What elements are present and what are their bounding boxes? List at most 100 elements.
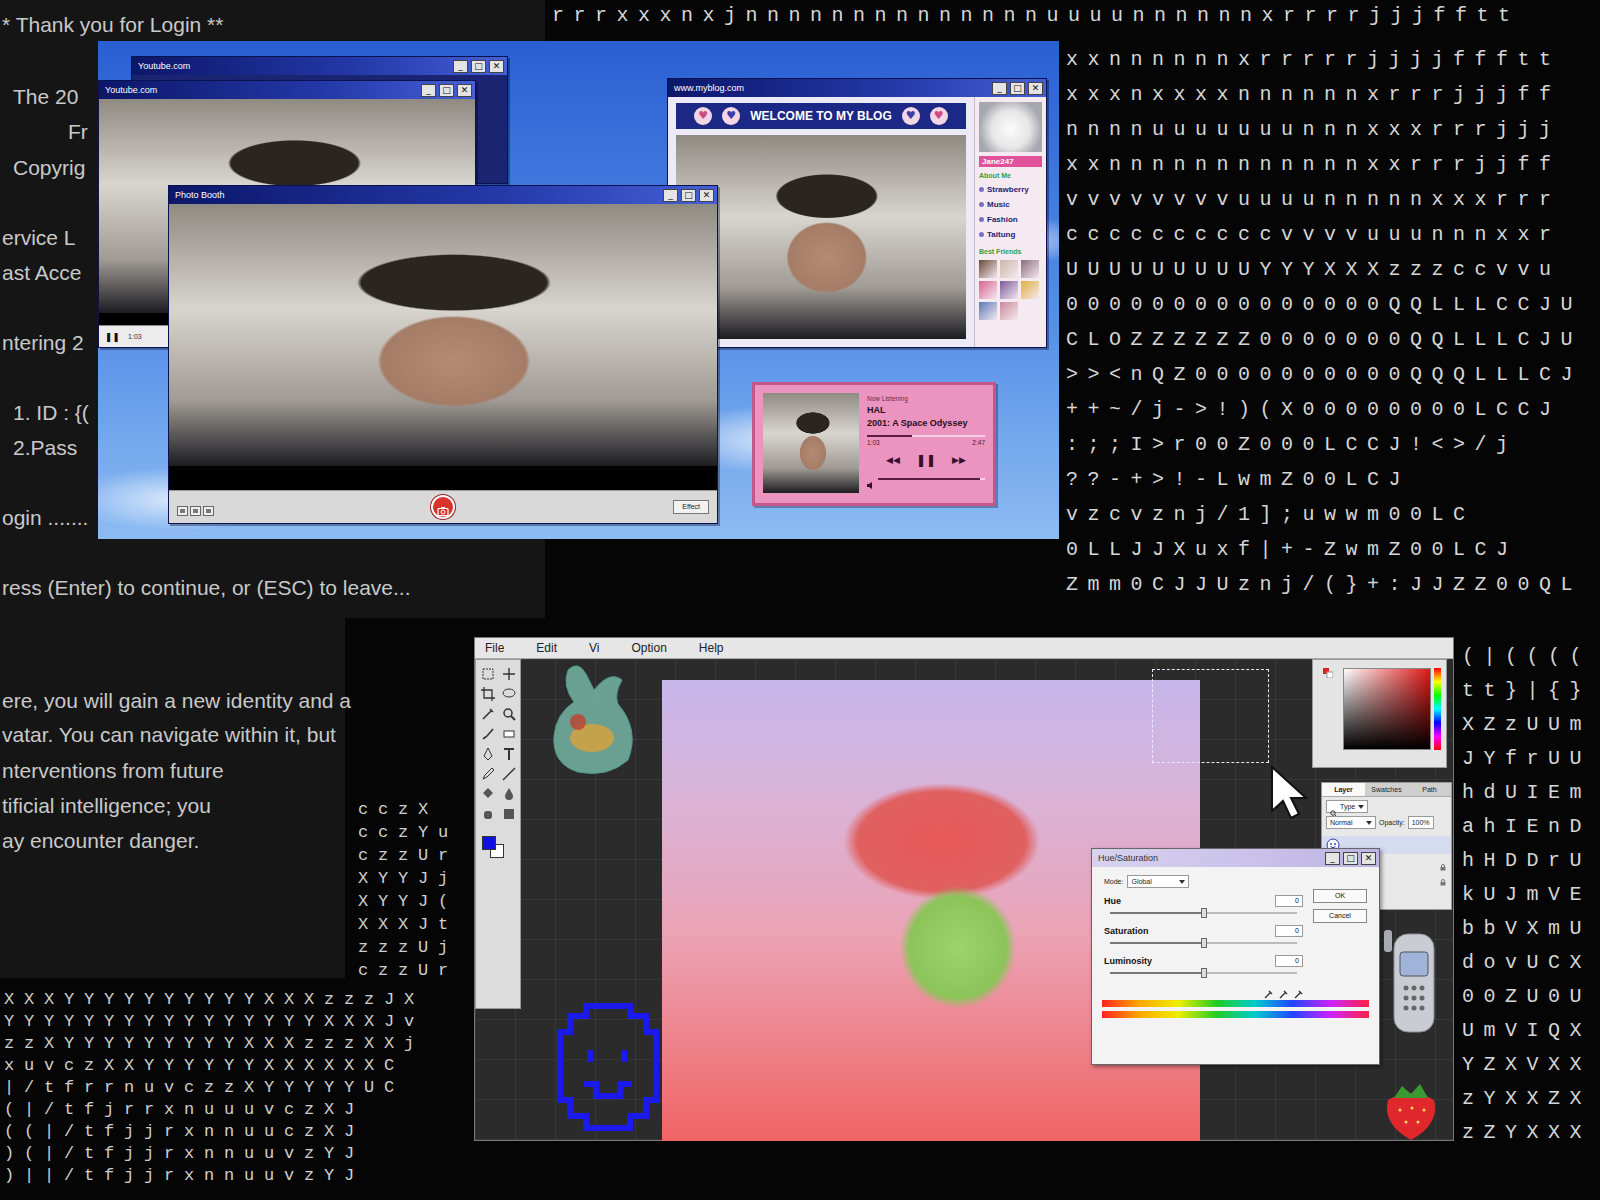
close-button[interactable]: ✕ xyxy=(457,84,472,97)
friend-thumbnail[interactable] xyxy=(979,302,997,320)
slider-thumb[interactable] xyxy=(1201,938,1207,948)
blog-window-title-bar[interactable]: www.myblog.com_□✕ xyxy=(668,79,1046,97)
minimize-button[interactable]: _ xyxy=(992,82,1007,95)
menu-item[interactable]: Edit xyxy=(536,640,557,656)
opacity-field[interactable]: 100% xyxy=(1408,816,1434,829)
next-button[interactable]: ▶▶ xyxy=(952,453,966,467)
slider-thumb[interactable] xyxy=(1201,908,1207,918)
blog-menu-item[interactable]: Music xyxy=(979,199,1042,210)
effect-button[interactable]: Effect xyxy=(673,500,709,514)
friend-thumbnail[interactable] xyxy=(979,260,997,278)
layer-filter-dropdown[interactable]: Type xyxy=(1326,800,1368,813)
close-button[interactable]: ✕ xyxy=(489,60,504,73)
strip-view-icon[interactable] xyxy=(203,502,214,512)
pause-button[interactable]: ❚❚ xyxy=(916,453,936,467)
shutter-button[interactable] xyxy=(431,495,455,519)
eraser-tool-icon[interactable] xyxy=(501,726,517,742)
close-button[interactable]: ✕ xyxy=(1361,852,1376,865)
lasso-tool-icon[interactable] xyxy=(501,686,517,702)
pen-tool-icon[interactable] xyxy=(480,746,496,762)
blend-mode-dropdown[interactable]: Normal xyxy=(1326,816,1376,829)
slider-track[interactable] xyxy=(1110,912,1297,914)
friend-thumbnail[interactable] xyxy=(1000,281,1018,299)
eyedropper-plus-icon[interactable] xyxy=(1279,985,1288,994)
photo-booth-window[interactable]: Photo Booth_□✕ Effect xyxy=(168,185,718,524)
crop-tool-icon[interactable] xyxy=(480,686,496,702)
maximize-button[interactable]: □ xyxy=(439,84,454,97)
blog-menu-label[interactable]: Fashion xyxy=(987,214,1018,225)
saturation-field[interactable] xyxy=(1343,668,1431,750)
grid-view-icon[interactable] xyxy=(190,502,201,512)
music-player[interactable]: Now ListeningHAL2001: A Space Odyssey1:0… xyxy=(752,382,996,506)
blog-menu-label[interactable]: Music xyxy=(987,199,1010,210)
photo-booth-window-title-bar[interactable]: Photo Booth_□✕ xyxy=(169,186,717,204)
slider-value-field[interactable]: 0 xyxy=(1275,955,1303,967)
menu-item[interactable]: File xyxy=(485,640,504,656)
panel-tab[interactable]: Layer xyxy=(1322,783,1365,796)
blog-menu-item[interactable]: Strawberry xyxy=(979,184,1042,195)
minimize-button[interactable]: _ xyxy=(421,84,436,97)
blur-tool-icon[interactable] xyxy=(501,786,517,802)
mode-dropdown[interactable]: Global xyxy=(1127,875,1189,888)
slider-track[interactable] xyxy=(1110,942,1297,944)
foreground-color-swatch[interactable] xyxy=(482,836,496,850)
slider-track[interactable] xyxy=(1110,972,1297,974)
menu-item[interactable]: Option xyxy=(631,640,666,656)
menu-item[interactable]: Vi xyxy=(589,640,599,656)
slider-value-field[interactable]: 0 xyxy=(1275,895,1303,907)
type-tool-icon[interactable] xyxy=(501,746,517,762)
blog-menu-label[interactable]: Taitung xyxy=(987,229,1015,240)
hue-strip[interactable] xyxy=(1434,668,1441,750)
slider-value-field[interactable]: 0 xyxy=(1275,925,1303,937)
cancel-button[interactable]: Cancel xyxy=(1313,909,1367,923)
slider-thumb[interactable] xyxy=(1201,968,1207,978)
youtube-window-back-title-bar[interactable]: Youtube.com_□✕ xyxy=(132,57,507,75)
friend-thumbnail[interactable] xyxy=(1021,281,1039,299)
maximize-button[interactable]: □ xyxy=(1010,82,1025,95)
zoom-tool-icon[interactable] xyxy=(501,706,517,722)
close-button[interactable]: ✕ xyxy=(699,189,714,202)
char-grid-row: xxnnnnnnxrrrrrjjjjffftt xyxy=(1066,48,1561,72)
shape-tool-icon[interactable] xyxy=(501,806,517,822)
blog-menu-item[interactable]: Fashion xyxy=(979,214,1042,225)
line-tool-icon[interactable] xyxy=(501,766,517,782)
hand-tool-icon[interactable] xyxy=(480,806,496,822)
youtube-window-title-bar[interactable]: Youtube.com_□✕ xyxy=(99,81,475,99)
menu-item[interactable]: Help xyxy=(699,640,724,656)
single-view-icon[interactable] xyxy=(177,502,188,512)
panel-tab[interactable]: Path xyxy=(1408,783,1451,796)
slider-label: Luminosity xyxy=(1104,955,1152,967)
friend-thumbnail[interactable] xyxy=(1000,302,1018,320)
username-badge[interactable]: Jane247 xyxy=(979,156,1042,167)
hue-saturation-dialog[interactable]: Hue/Saturation_□✕Mode:GlobalHue0Saturati… xyxy=(1091,848,1380,1065)
blog-menu-label[interactable]: Strawberry xyxy=(987,184,1029,195)
previous-button[interactable]: ◀◀ xyxy=(886,453,900,467)
eyedropper-minus-icon[interactable] xyxy=(1294,985,1303,994)
marquee-tool-icon[interactable] xyxy=(480,666,496,682)
minimize-button[interactable]: _ xyxy=(1325,852,1340,865)
bucket-tool-icon[interactable] xyxy=(480,786,496,802)
brush-tool-icon[interactable] xyxy=(480,726,496,742)
blog-menu-item[interactable]: Taitung xyxy=(979,229,1042,240)
ok-button[interactable]: OK xyxy=(1313,889,1367,903)
eyedropper-icon[interactable] xyxy=(1264,985,1273,994)
volume-track[interactable] xyxy=(878,478,985,480)
blog-window[interactable]: www.myblog.com_□✕♥♥WELCOME TO MY BLOG♥♥J… xyxy=(667,78,1047,348)
friend-thumbnail[interactable] xyxy=(979,281,997,299)
move-tool-icon[interactable] xyxy=(501,666,517,682)
panel-tab[interactable]: Swatches xyxy=(1365,783,1408,796)
friend-thumbnail[interactable] xyxy=(1021,260,1039,278)
minimize-button[interactable]: _ xyxy=(453,60,468,73)
color-swatches[interactable] xyxy=(480,834,510,860)
friend-thumbnail[interactable] xyxy=(1000,260,1018,278)
close-button[interactable]: ✕ xyxy=(1028,82,1043,95)
maximize-button[interactable]: □ xyxy=(471,60,486,73)
pencil-tool-icon[interactable] xyxy=(480,766,496,782)
dialog-title-bar[interactable]: Hue/Saturation_□✕ xyxy=(1092,849,1379,867)
eyedropper-tool-icon[interactable] xyxy=(480,706,496,722)
progress-track[interactable] xyxy=(867,435,985,437)
maximize-button[interactable]: □ xyxy=(1343,852,1358,865)
maximize-button[interactable]: □ xyxy=(681,189,696,202)
minimize-button[interactable]: _ xyxy=(663,189,678,202)
pause-button[interactable]: ❚❚ xyxy=(105,331,120,343)
